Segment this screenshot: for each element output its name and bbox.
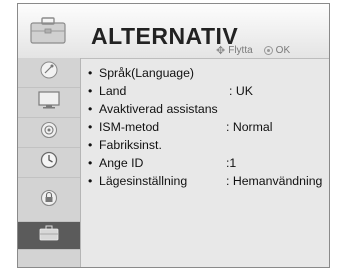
menu-item-disabled-assistance[interactable]: • Avaktiverad assistans	[88, 102, 326, 120]
menu-item-label: Lägesinställning	[99, 174, 188, 188]
menu-item-label: Avaktiverad assistans	[99, 102, 218, 116]
sidebar-item-lock[interactable]	[18, 178, 80, 222]
menu-item-value: : UK	[229, 84, 253, 98]
sidebar-item-audio[interactable]	[18, 118, 80, 148]
satellite-dish-icon	[38, 60, 60, 85]
menu-item-language[interactable]: • Språk(Language)	[88, 66, 326, 84]
sidebar-item-time[interactable]	[18, 148, 80, 178]
bullet: •	[88, 102, 93, 116]
hint-move-label: Flytta	[228, 45, 253, 56]
bullet: •	[88, 174, 93, 188]
bullet: •	[88, 138, 93, 152]
menu-item-label: Språk(Language)	[99, 66, 195, 80]
monitor-icon	[37, 90, 61, 115]
bullet: •	[88, 120, 93, 134]
sidebar-item-picture[interactable]	[18, 88, 80, 118]
bullet: •	[88, 156, 93, 170]
menu-item-value: :1	[226, 156, 237, 170]
menu-header: ALTERNATIV ✥ Flytta OK	[18, 4, 329, 59]
menu-item-ism-method[interactable]: • ISM-metod : Normal	[88, 120, 326, 138]
menu-item-mode-setting[interactable]: • Lägesinställning : Hemanvändning	[88, 174, 326, 192]
menu-item-label: ISM-metod	[99, 120, 160, 134]
navigation-hint: ✥ Flytta OK	[216, 44, 290, 57]
sidebar-item-channel[interactable]	[18, 58, 80, 88]
menu-item-set-id[interactable]: • Ange ID :1	[88, 156, 326, 174]
options-list: • Språk(Language) • Land : UK • Avaktive…	[88, 66, 326, 192]
option-briefcase-icon	[38, 224, 60, 247]
bullet: •	[88, 84, 93, 98]
move-arrows-icon: ✥	[216, 45, 226, 57]
menu-item-label: Ange ID	[99, 156, 144, 170]
menu-item-label: Land	[99, 84, 127, 98]
audio-icon	[38, 120, 60, 145]
category-sidebar	[18, 58, 81, 267]
options-menu-panel: ALTERNATIV ✥ Flytta OK • Språk(Language)…	[17, 3, 330, 268]
menu-item-country[interactable]: • Land : UK	[88, 84, 326, 102]
hint-ok-label: OK	[275, 45, 291, 56]
menu-item-factory-reset[interactable]: • Fabriksinst.	[88, 138, 326, 156]
menu-item-label: Fabriksinst.	[99, 138, 162, 152]
ok-button-icon	[263, 46, 273, 55]
lock-icon	[38, 186, 60, 213]
clock-icon	[38, 150, 60, 175]
menu-item-value: : Hemanvändning	[226, 174, 323, 188]
option-briefcase-icon	[26, 15, 70, 47]
bullet: •	[88, 66, 93, 80]
menu-item-value: : Normal	[226, 120, 273, 134]
sidebar-item-option[interactable]	[18, 222, 80, 250]
